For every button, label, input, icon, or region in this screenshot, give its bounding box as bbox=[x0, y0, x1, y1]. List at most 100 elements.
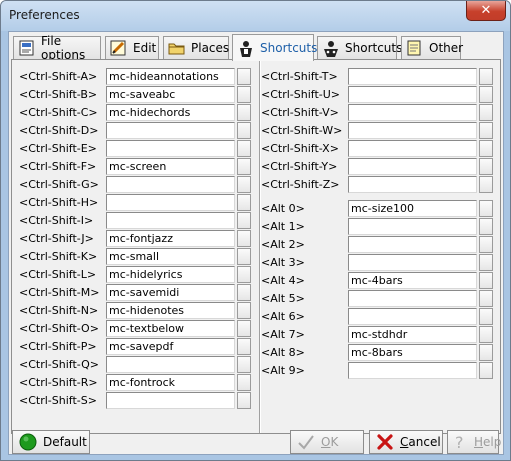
shortcut-picker-button[interactable] bbox=[479, 308, 493, 325]
shortcut-key-label: <Ctrl-Shift-L> bbox=[19, 268, 97, 281]
ok-button[interactable]: OK bbox=[290, 430, 364, 454]
shortcut-picker-button[interactable] bbox=[479, 362, 493, 379]
shortcut-picker-button[interactable] bbox=[237, 86, 251, 103]
shortcut-command-field[interactable] bbox=[348, 362, 477, 379]
shortcut-key-label: <Ctrl-Shift-N> bbox=[19, 304, 99, 317]
shortcut-command-field[interactable]: mc-savemidi bbox=[106, 284, 235, 301]
shortcut-picker-button[interactable] bbox=[479, 122, 493, 139]
shortcut-command-field[interactable] bbox=[106, 356, 235, 373]
shortcut-key-label: <Ctrl-Shift-X> bbox=[261, 142, 339, 155]
shortcut-command-field[interactable] bbox=[348, 86, 477, 103]
shortcut-command-field[interactable] bbox=[348, 308, 477, 325]
shortcut-command-field[interactable]: mc-screen bbox=[106, 158, 235, 175]
shortcut-command-field[interactable]: mc-hideannotations bbox=[106, 68, 235, 85]
shortcut-command-field[interactable] bbox=[348, 236, 477, 253]
shortcut-command-field[interactable] bbox=[348, 290, 477, 307]
shortcut-picker-button[interactable] bbox=[479, 344, 493, 361]
shortcuts-person-icon bbox=[322, 40, 340, 57]
shortcut-picker-button[interactable] bbox=[479, 158, 493, 175]
tab-edit[interactable]: Edit bbox=[105, 36, 159, 59]
shortcut-picker-button[interactable] bbox=[237, 122, 251, 139]
shortcut-command-field[interactable] bbox=[348, 218, 477, 235]
shortcut-command-field[interactable]: mc-textbelow bbox=[106, 320, 235, 337]
shortcut-command-field[interactable]: mc-saveabc bbox=[106, 86, 235, 103]
shortcut-picker-button[interactable] bbox=[237, 320, 251, 337]
shortcut-picker-button[interactable] bbox=[479, 272, 493, 289]
shortcut-picker-button[interactable] bbox=[479, 326, 493, 343]
tab-file-options[interactable]: File options bbox=[13, 34, 101, 62]
shortcut-picker-button[interactable] bbox=[479, 86, 493, 103]
shortcut-picker-button[interactable] bbox=[237, 230, 251, 247]
help-button[interactable]: ? Help bbox=[447, 430, 501, 454]
shortcut-picker-button[interactable] bbox=[237, 212, 251, 229]
notepad-icon bbox=[406, 40, 424, 56]
shortcut-command-field[interactable] bbox=[348, 140, 477, 157]
shortcut-command-field[interactable]: mc-hidechords bbox=[106, 104, 235, 121]
shortcut-command-field[interactable] bbox=[348, 176, 477, 193]
shortcut-picker-button[interactable] bbox=[479, 236, 493, 253]
shortcut-picker-button[interactable] bbox=[237, 338, 251, 355]
close-button[interactable]: ✕ bbox=[466, 1, 506, 21]
shortcut-picker-button[interactable] bbox=[237, 68, 251, 85]
shortcut-picker-button[interactable] bbox=[479, 104, 493, 121]
shortcut-key-label: <Ctrl-Shift-F> bbox=[19, 160, 97, 173]
shortcut-command-field[interactable]: mc-stdhdr bbox=[348, 326, 477, 343]
shortcut-command-field[interactable] bbox=[348, 122, 477, 139]
title-bar[interactable]: Preferences ✕ bbox=[1, 1, 510, 31]
shortcut-command-field[interactable] bbox=[106, 392, 235, 409]
shortcut-key-label: <Ctrl-Shift-D> bbox=[19, 124, 99, 137]
shortcut-picker-button[interactable] bbox=[237, 176, 251, 193]
shortcut-picker-button[interactable] bbox=[479, 176, 493, 193]
shortcut-picker-button[interactable] bbox=[237, 284, 251, 301]
shortcut-picker-button[interactable] bbox=[237, 302, 251, 319]
shortcut-command-field[interactable]: mc-hidenotes bbox=[106, 302, 235, 319]
tab-shortcuts-2[interactable]: Shortcuts bbox=[317, 36, 402, 59]
shortcut-command-field[interactable]: mc-small bbox=[106, 248, 235, 265]
shortcut-command-field[interactable]: mc-size100 bbox=[348, 200, 477, 217]
shortcut-key-label: <Ctrl-Shift-R> bbox=[19, 376, 98, 389]
shortcut-picker-button[interactable] bbox=[237, 392, 251, 409]
shortcut-picker-button[interactable] bbox=[237, 266, 251, 283]
shortcut-key-label: <Ctrl-Shift-G> bbox=[19, 178, 99, 191]
shortcut-picker-button[interactable] bbox=[479, 140, 493, 157]
shortcut-picker-button[interactable] bbox=[479, 218, 493, 235]
shortcut-command-field[interactable] bbox=[348, 254, 477, 271]
shortcut-command-field[interactable]: mc-fontrock bbox=[106, 374, 235, 391]
dialog-client: File options Edit Places Shortcuts Short… bbox=[8, 31, 504, 455]
shortcut-command-field[interactable] bbox=[348, 104, 477, 121]
shortcut-picker-button[interactable] bbox=[479, 254, 493, 271]
shortcut-picker-button[interactable] bbox=[237, 194, 251, 211]
shortcut-command-field[interactable] bbox=[348, 68, 477, 85]
shortcut-picker-button[interactable] bbox=[237, 140, 251, 157]
tab-places[interactable]: Places bbox=[163, 36, 229, 59]
shortcut-picker-button[interactable] bbox=[237, 158, 251, 175]
cancel-button[interactable]: Cancel bbox=[369, 430, 443, 454]
shortcut-command-field[interactable]: mc-4bars bbox=[348, 272, 477, 289]
shortcut-command-field[interactable] bbox=[106, 194, 235, 211]
shortcuts-icon bbox=[237, 40, 255, 57]
shortcut-command-field[interactable] bbox=[106, 122, 235, 139]
shortcut-command-field[interactable] bbox=[106, 176, 235, 193]
shortcut-key-label: <Alt 4> bbox=[261, 274, 305, 287]
shortcut-command-field[interactable] bbox=[106, 140, 235, 157]
shortcut-picker-button[interactable] bbox=[479, 290, 493, 307]
shortcut-command-field[interactable]: mc-8bars bbox=[348, 344, 477, 361]
shortcut-key-label: <Alt 6> bbox=[261, 310, 305, 323]
shortcut-command-field[interactable]: mc-savepdf bbox=[106, 338, 235, 355]
shortcut-command-field[interactable] bbox=[348, 158, 477, 175]
shortcut-picker-button[interactable] bbox=[479, 68, 493, 85]
shortcut-key-label: <Ctrl-Shift-O> bbox=[19, 322, 99, 335]
shortcut-picker-button[interactable] bbox=[479, 200, 493, 217]
shortcut-picker-button[interactable] bbox=[237, 248, 251, 265]
shortcut-command-field[interactable]: mc-hidelyrics bbox=[106, 266, 235, 283]
shortcut-command-field[interactable] bbox=[106, 212, 235, 229]
default-button[interactable]: Default bbox=[12, 430, 90, 454]
shortcut-command-field[interactable]: mc-fontjazz bbox=[106, 230, 235, 247]
tab-shortcuts-active[interactable]: Shortcuts bbox=[232, 34, 317, 61]
ok-button-mnemonic: O bbox=[321, 435, 331, 449]
shortcut-picker-button[interactable] bbox=[237, 356, 251, 373]
shortcut-picker-button[interactable] bbox=[237, 104, 251, 121]
shortcut-picker-button[interactable] bbox=[237, 374, 251, 391]
tab-other[interactable]: Other bbox=[401, 36, 463, 59]
shortcut-key-label: <Ctrl-Shift-U> bbox=[261, 88, 340, 101]
